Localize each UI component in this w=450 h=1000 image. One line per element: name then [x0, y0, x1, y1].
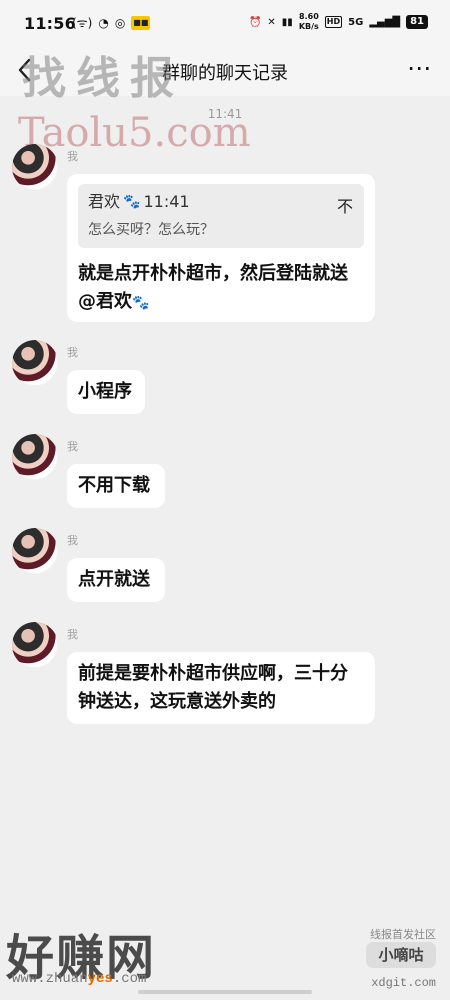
sender-label: 我	[67, 440, 78, 453]
quoted-message: 君欢 🐾 11:41 怎么买呀？怎么玩？ 不	[78, 184, 364, 248]
quote-header: 君欢 🐾 11:41	[88, 192, 354, 212]
avatar	[12, 340, 58, 386]
chat-timestamp: 11:41	[207, 107, 243, 121]
message-item: 我 不用下载	[0, 434, 450, 512]
watermark-right-small: 线报首发社区	[370, 928, 436, 941]
message-item: 我 前提是要朴朴超市供应啊，三十分钟送达，这玩意送外卖的	[0, 622, 450, 730]
alarm-icon: ⏰	[248, 16, 262, 28]
avatar	[12, 434, 58, 480]
message-item: 我 君欢 🐾 11:41 怎么买呀？怎么玩？ 不 就是点开朴朴超市，然后登陆就送…	[0, 144, 450, 326]
message-bubble: 君欢 🐾 11:41 怎么买呀？怎么玩？ 不 就是点开朴朴超市，然后登陆就送@君…	[67, 174, 375, 322]
status-left-icons: (ᯤ) ◔ ◎ ■■	[72, 14, 151, 31]
mute-icon: ✕	[267, 16, 276, 28]
home-indicator	[138, 990, 312, 994]
signal-strength-icon: ▂▄▆█	[369, 16, 401, 28]
sender-label: 我	[67, 150, 78, 163]
sender-label: 我	[67, 628, 78, 641]
signal-bars-icon: ▮▮	[281, 16, 293, 28]
network-speed: 8.60 KB/s	[298, 12, 319, 31]
hd-badge: HD	[324, 16, 343, 28]
notification-badge-icon: ■■	[131, 15, 151, 30]
paw-icon: 🐾	[132, 295, 150, 311]
watermark-right-brand: 小嘀咕	[366, 942, 436, 968]
message-bubble: 点开就送	[67, 558, 165, 602]
signal-icon: (ᯤ)	[72, 16, 93, 30]
network-type: 5G	[348, 16, 364, 28]
quote-time: 11:41	[143, 192, 190, 211]
status-time: 11:56	[24, 14, 76, 33]
watermark-top: 找线报	[22, 53, 184, 104]
avatar	[12, 528, 58, 574]
avatar	[12, 622, 58, 668]
quote-text: 怎么买呀？怎么玩？	[88, 222, 214, 238]
battery-indicator: 81	[406, 15, 428, 29]
wechat-icon: ◔	[98, 15, 109, 30]
message-text: 点开就送	[78, 569, 150, 590]
message-text: 就是点开朴朴超市，然后登陆就送@君欢🐾	[78, 263, 348, 312]
message-item: 我 点开就送	[0, 528, 450, 606]
close-quote-icon[interactable]: 不	[337, 193, 353, 221]
message-bubble: 不用下载	[67, 464, 165, 508]
more-icon: ⋯	[407, 54, 432, 82]
message-item: 我 小程序	[0, 340, 450, 418]
message-bubble: 小程序	[67, 370, 145, 414]
message-bubble: 前提是要朴朴超市供应啊，三十分钟送达，这玩意送外卖的	[67, 652, 375, 724]
watermark-bottom-url: www.zhuanyes.com	[12, 971, 147, 987]
app-icon: ◎	[114, 15, 126, 30]
watermark-right-domain: xdgit.com	[371, 976, 436, 990]
quote-author: 君欢	[88, 192, 121, 211]
avatar	[12, 144, 58, 190]
message-text: 不用下载	[78, 475, 150, 496]
sender-label: 我	[67, 346, 78, 359]
status-right: ⏰ ✕ ▮▮ 8.60 KB/s HD 5G ▂▄▆█ 81	[249, 12, 428, 32]
status-bar: 11:56 (ᯤ) ◔ ◎ ■■ ⏰ ✕ ▮▮ 8.60 KB/s HD 5G …	[0, 0, 450, 46]
more-options-button[interactable]: ⋯	[407, 56, 432, 80]
paw-icon: 🐾	[123, 194, 141, 210]
message-text: 小程序	[78, 381, 132, 402]
message-text: 前提是要朴朴超市供应啊，三十分钟送达，这玩意送外卖的	[78, 663, 348, 712]
sender-label: 我	[67, 534, 78, 547]
chat-record-screen: 11:56 (ᯤ) ◔ ◎ ■■ ⏰ ✕ ▮▮ 8.60 KB/s HD 5G …	[0, 0, 450, 1000]
